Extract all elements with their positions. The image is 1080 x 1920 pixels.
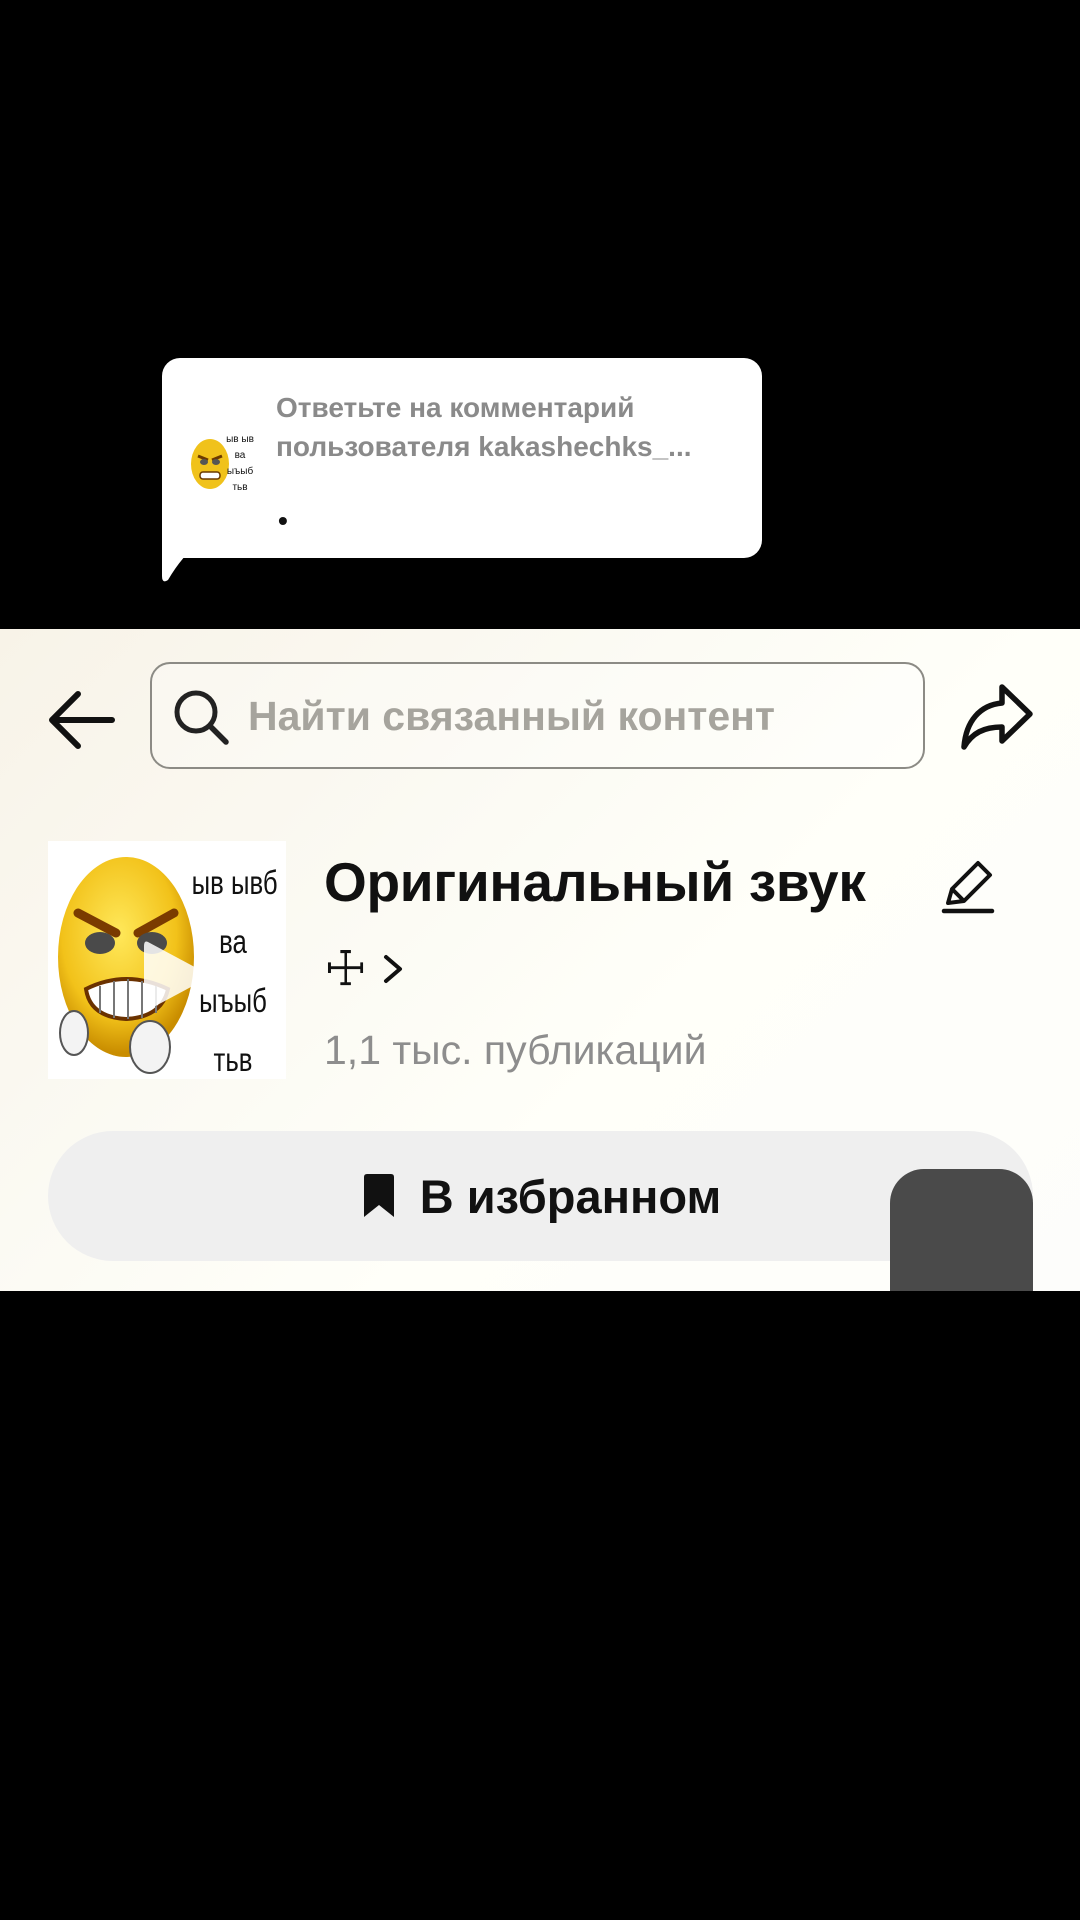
author-name: ☩	[324, 941, 368, 997]
favorite-label: В избранном	[419, 1169, 722, 1223]
sound-author-link[interactable]: ☩	[324, 939, 405, 999]
favorite-button[interactable]: В избранном	[48, 1131, 1033, 1261]
search-input[interactable]	[248, 686, 888, 746]
cover-caption-line: тьв	[213, 1041, 253, 1078]
share-arrow-icon[interactable]	[958, 677, 1036, 755]
reply-header-line-1: Ответьте на комментарий	[276, 392, 635, 423]
cover-caption-line: ыв ывб	[191, 864, 278, 901]
sound-page-panel: ыв ывб ва ыъыб тьв Оригинальный звук ☩ 1…	[0, 629, 1080, 1291]
bookmark-filled-icon	[363, 1174, 394, 1217]
pencil-edit-icon[interactable]	[938, 857, 996, 915]
video-screen: ыв ыв ва ыъыб тьв Ответьте на комментари…	[0, 0, 1080, 1920]
floating-overlay-tab[interactable]	[890, 1169, 1033, 1291]
search-box[interactable]	[150, 662, 925, 769]
svg-text:ыв ыв: ыв ыв	[226, 434, 254, 445]
chevron-right-icon	[384, 955, 403, 983]
commenter-avatar: ыв ыв ва ыъыб тьв	[188, 428, 256, 500]
sound-title: Оригинальный звук	[324, 851, 866, 913]
sound-cover[interactable]: ыв ывб ва ыъыб тьв	[48, 841, 286, 1079]
comment-reply-sticker[interactable]: ыв ыв ва ыъыб тьв Ответьте на комментари…	[162, 358, 762, 558]
bubble-tail	[162, 540, 206, 582]
play-icon[interactable]	[140, 936, 210, 1016]
reply-comment-text: •	[278, 505, 288, 536]
svg-text:тьв: тьв	[232, 482, 247, 493]
arrow-left-icon[interactable]	[46, 684, 118, 756]
svg-text:ыъыб: ыъыб	[227, 465, 254, 477]
search-icon	[174, 690, 229, 745]
svg-text:ва: ва	[235, 450, 246, 461]
reply-header-line-2: пользователя kakashechks_...	[276, 431, 692, 462]
reply-header: Ответьте на комментарий пользователя kak…	[276, 388, 746, 466]
post-count: 1,1 тыс. публикаций	[324, 1027, 707, 1073]
